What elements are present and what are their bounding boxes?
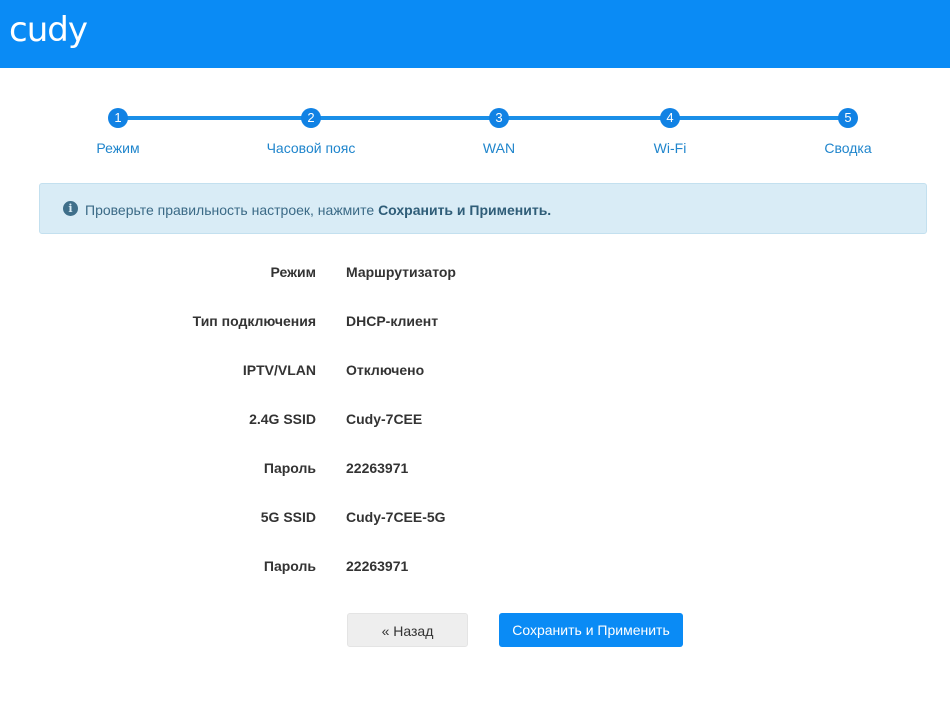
summary-key: IPTV/VLAN [242,362,316,378]
save-and-apply-button[interactable]: Сохранить и Применить [499,613,683,647]
summary-row-ssid-5g: 5G SSID Cudy-7CEE-5G [0,500,950,549]
cudy-logo[interactable]: cudy [9,8,88,52]
alert-text: Проверьте правильность настроек, нажмите [85,202,379,218]
summary-value: DHCP-клиент [346,313,439,329]
summary-row-password-24g: Пароль 22263971 [0,451,950,500]
step-number-badge: 4 [660,108,680,128]
step-number-badge: 2 [301,108,321,128]
summary-row-password-5g: Пароль 22263971 [0,549,950,598]
step-label: WAN [482,140,516,156]
summary-value: Маршрутизатор [346,264,456,280]
summary-key: Тип подключения [192,313,316,329]
summary-key: 2.4G SSID [249,411,316,427]
step-label: Wi-Fi [653,140,687,156]
summary-row-ssid-24g: 2.4G SSID Cudy-7CEE [0,402,950,451]
summary-value: Отключено [346,362,425,378]
summary-key: Пароль [263,558,316,574]
summary-value: Cudy-7CEE [346,411,423,427]
back-button[interactable]: « Назад [347,613,468,647]
summary-key: 5G SSID [260,509,316,525]
wizard-stepper: 1 Режим 2 Часовой пояс 3 WAN 4 Wi-Fi 5 С… [0,100,950,170]
summary-row-iptv-vlan: IPTV/VLAN Отключено [0,353,950,402]
alert-message: Проверьте правильность настроек, нажмите… [85,201,551,219]
step-label: Сводка [824,140,872,156]
stepper-progress-line [118,116,848,120]
info-icon: i [63,201,78,216]
step-number-badge: 3 [489,108,509,128]
alert-emphasis: Сохранить и Применить. [378,202,552,218]
summary-row-connection-type: Тип подключения DHCP-клиент [0,304,950,353]
step-label: Режим [96,140,140,156]
step-number-badge: 5 [838,108,858,128]
summary-row-mode: Режим Маршрутизатор [0,255,950,304]
top-header: cudy [0,0,950,68]
summary-value: Cudy-7CEE-5G [346,509,446,525]
step-number-badge: 1 [108,108,128,128]
summary-value: 22263971 [346,558,409,574]
summary-key: Пароль [263,460,316,476]
settings-summary: Режим Маршрутизатор Тип подключения DHCP… [0,255,950,598]
summary-value: 22263971 [346,460,409,476]
info-alert: i Проверьте правильность настроек, нажми… [39,183,927,234]
summary-key: Режим [270,264,316,280]
step-label: Часовой пояс [266,140,356,156]
